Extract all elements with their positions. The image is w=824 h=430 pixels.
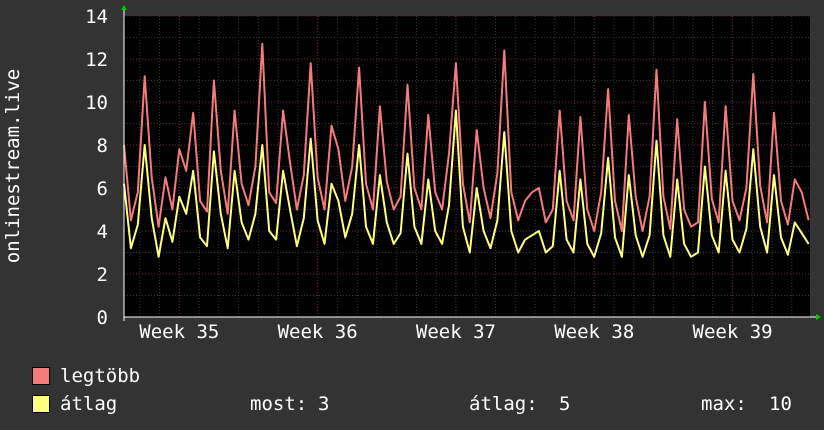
legend: legtöbb átlag most: 3 átlag: 5 max: 10 [32, 362, 812, 418]
legend-swatch-atlag [32, 395, 50, 413]
y-axis-label: onlinestream.live [2, 69, 24, 263]
y-tick-label: 14 [85, 6, 108, 28]
x-tick-label: Week 37 [416, 321, 496, 343]
stat-most-value: 3 [318, 393, 330, 415]
y-tick-label: 6 [97, 178, 108, 200]
y-tick-label: 8 [97, 135, 108, 157]
x-tick-label: Week 36 [278, 321, 358, 343]
stat-max-value: 10 [769, 393, 792, 415]
legend-label-atlag: átlag [60, 393, 118, 415]
x-tick-label: Week 38 [554, 321, 634, 343]
y-tick-label: 0 [97, 307, 108, 329]
stat-max-label: max: [701, 393, 747, 415]
stat-atlag-label: átlag: [469, 393, 538, 415]
y-tick-label: 4 [97, 221, 108, 243]
legend-item-legtobb: legtöbb [32, 362, 812, 390]
stat-most-label: most: [250, 393, 308, 415]
legend-swatch-legtobb [32, 367, 50, 385]
y-tick-label: 2 [97, 264, 108, 286]
y-tick-label: 10 [85, 92, 108, 114]
x-axis-arrow [816, 314, 821, 320]
y-axis-arrow [121, 5, 127, 10]
legend-label-legtobb: legtöbb [60, 365, 141, 387]
y-tick-label: 12 [85, 49, 108, 71]
stat-atlag-value: 5 [559, 393, 571, 415]
legend-item-atlag: átlag most: 3 átlag: 5 max: 10 [32, 390, 812, 418]
x-tick-label: Week 39 [693, 321, 773, 343]
x-tick-label: Week 35 [139, 321, 219, 343]
